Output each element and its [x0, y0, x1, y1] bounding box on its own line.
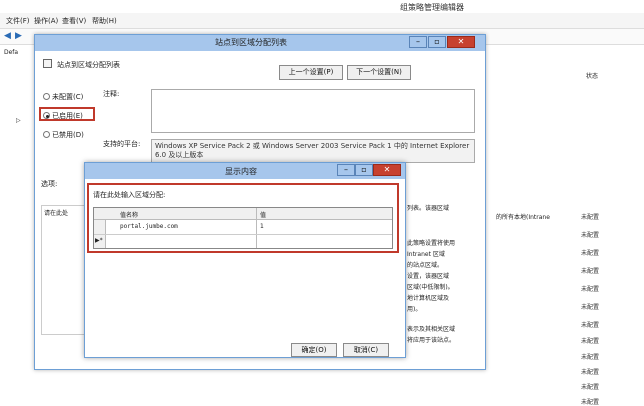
show-contents-dialog: 显示内容 – ▫ ✕ 请在此处输入区域分配: 值名称 值 portal.jumb… — [84, 162, 406, 358]
status-cell: 未配置 — [581, 322, 600, 329]
minimize-icon[interactable]: – — [337, 164, 355, 176]
help-text-line: 设置，该器区域 — [407, 273, 450, 280]
status-cell: 未配置 — [581, 304, 600, 311]
new-row-marker: ▶* — [95, 237, 103, 244]
help-text-line: 此策略设置将使用 — [407, 240, 456, 247]
status-cell: 未配置 — [581, 286, 600, 293]
close-icon[interactable]: ✕ — [373, 164, 401, 176]
status-cell: 未配置 — [581, 338, 600, 345]
radio-not-configured[interactable]: 未配置(C) — [43, 92, 83, 102]
radio-disabled[interactable]: 已禁用(D) — [43, 130, 84, 140]
dialog-title: 站点到区域分配列表 — [215, 38, 287, 47]
help-text-line: Intranet 区域 — [407, 251, 445, 258]
col-header-name[interactable]: 值名称 — [120, 210, 138, 219]
tree-expand-icon[interactable]: ▷ — [16, 117, 21, 124]
gpe-title: 组策略管理编辑器 — [400, 3, 464, 12]
table-header: 值名称 值 — [94, 208, 392, 220]
gpe-title-bar: 组策略管理编辑器 — [0, 0, 644, 13]
table-cell-value[interactable]: 1 — [260, 223, 264, 230]
intranet-text: 的所有本地(Intrane — [496, 214, 550, 221]
dialog2-title-bar: 显示内容 – ▫ ✕ — [85, 163, 405, 179]
menu-help[interactable]: 帮助(H) — [92, 16, 117, 26]
prompt-label: 请在此处输入区域分配: — [93, 191, 166, 199]
status-cell: 未配置 — [581, 214, 600, 221]
help-text-line: 表示及其相关区域 — [407, 326, 456, 333]
status-cell: 未配置 — [581, 399, 600, 406]
back-icon[interactable]: ◀ — [4, 31, 11, 41]
menu-file[interactable]: 文件(F) — [6, 16, 30, 26]
help-text-line: 地计算机区域及 — [407, 295, 450, 302]
cancel-button[interactable]: 取消(C) — [343, 343, 389, 357]
dialog-title-bar: 站点到区域分配列表 – ▫ ✕ — [35, 35, 485, 51]
gpe-menubar: 文件(F) 操作(A) 查看(V) 帮助(H) — [0, 13, 644, 29]
supported-platforms-text: Windows XP Service Pack 2 或 Windows Serv… — [151, 139, 475, 163]
enabled-highlight — [39, 107, 95, 121]
policy-icon — [43, 59, 52, 68]
radio-disabled-label: 已禁用(D) — [52, 131, 84, 139]
prev-setting-button[interactable]: 上一个设置(P) — [279, 65, 343, 80]
ok-button[interactable]: 确定(O) — [291, 343, 337, 357]
forward-icon[interactable]: ▶ — [15, 31, 22, 41]
comment-label: 注释: — [103, 90, 120, 98]
status-cell: 未配置 — [581, 369, 600, 376]
status-cell: 未配置 — [581, 250, 600, 257]
status-column-header[interactable]: 状态 — [586, 71, 598, 80]
row-divider — [94, 234, 392, 235]
help-text-line: 列表。该器区域 — [407, 205, 450, 212]
table-cell-name[interactable]: portal.jumbe.com — [120, 223, 178, 230]
gpe-tree-pane: Defa ▷ — [0, 45, 36, 370]
dialog2-title: 显示内容 — [225, 167, 257, 176]
column-divider — [256, 208, 257, 248]
close-icon[interactable]: ✕ — [447, 36, 475, 48]
status-cell: 未配置 — [581, 268, 600, 275]
dialog-subtitle: 站点到区域分配列表 — [57, 61, 120, 69]
tree-item[interactable]: Defa — [4, 49, 18, 56]
options-text: 请在此处 — [44, 210, 69, 217]
help-text-line: 将应用于该站点。 — [407, 337, 456, 344]
status-cell: 未配置 — [581, 354, 600, 361]
comment-textarea[interactable] — [151, 89, 475, 133]
menu-view[interactable]: 查看(V) — [62, 16, 86, 26]
gpe-list-pane: 状态 的所有本地(Intrane 未配置 未配置 未配置 未配置 未配置 未配置… — [488, 45, 644, 406]
menu-action[interactable]: 操作(A) — [34, 16, 58, 26]
values-table: 值名称 值 portal.jumbe.com 1 ▶* — [93, 207, 393, 249]
help-text-line: 区域(中低限制)。 — [407, 284, 454, 291]
radio-not-configured-label: 未配置(C) — [52, 93, 84, 101]
maximize-icon[interactable]: ▫ — [428, 36, 446, 48]
help-text-line: 用)。 — [407, 306, 422, 313]
supported-label: 支持的平台: — [103, 140, 141, 148]
col-header-value[interactable]: 值 — [260, 210, 266, 219]
minimize-icon[interactable]: – — [409, 36, 427, 48]
help-text-line: 的站点区域。 — [407, 262, 444, 269]
options-label: 选项: — [41, 180, 58, 188]
status-cell: 未配置 — [581, 384, 600, 391]
status-cell: 未配置 — [581, 232, 600, 239]
next-setting-button[interactable]: 下一个设置(N) — [347, 65, 411, 80]
maximize-icon[interactable]: ▫ — [355, 164, 373, 176]
options-panel: 请在此处 — [41, 205, 85, 335]
